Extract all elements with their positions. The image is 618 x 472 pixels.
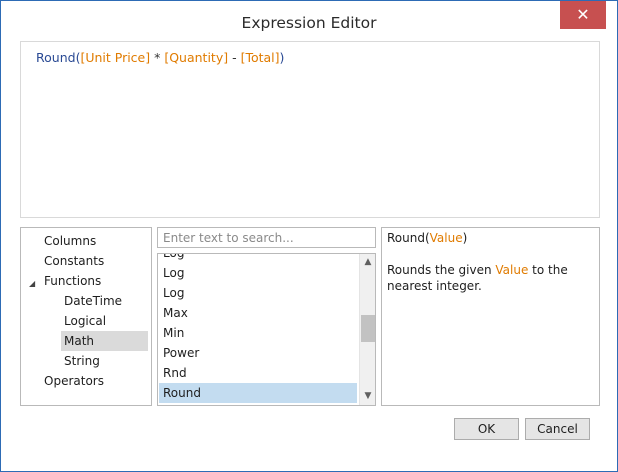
scroll-thumb[interactable] (361, 315, 375, 342)
function-item-log-3[interactable]: Log (159, 283, 357, 303)
function-item-log-2[interactable]: Log (159, 263, 357, 283)
scroll-up-icon[interactable]: ▲ (360, 254, 375, 270)
function-signature: Round(Value) (387, 231, 467, 245)
category-operators[interactable]: Operators (44, 371, 104, 391)
expression-function-name: Round (36, 50, 76, 65)
description-text-start: Rounds the given (387, 263, 496, 277)
signature-parameter: Value (429, 231, 463, 245)
signature-close-paren: ) (462, 231, 468, 245)
function-item-log-1[interactable]: Log (159, 254, 357, 263)
category-logical[interactable]: Logical (64, 311, 106, 331)
category-columns[interactable]: Columns (44, 231, 96, 251)
expression-editor-area[interactable]: Round([Unit Price] * [Quantity] - [Total… (20, 41, 600, 218)
description-parameter: Value (495, 263, 529, 277)
function-item-min[interactable]: Min (159, 323, 357, 343)
close-button[interactable]: ✕ (560, 1, 606, 29)
function-item-round[interactable]: Round (159, 383, 357, 403)
ok-button[interactable]: OK (454, 418, 519, 440)
cancel-button[interactable]: Cancel (525, 418, 590, 440)
function-description: Rounds the given Value to the nearest in… (387, 262, 595, 294)
category-math[interactable]: Math (61, 331, 148, 351)
category-functions[interactable]: Functions (44, 271, 101, 291)
expression-editor-window: Expression Editor ✕ Round([Unit Price] *… (0, 0, 618, 472)
function-item-max[interactable]: Max (159, 303, 357, 323)
category-tree: Columns Constants ◢ Functions DateTime L… (20, 227, 152, 406)
function-list: Log Log Log Max Min Power Rnd Round ▲ ▼ (157, 253, 376, 406)
category-constants[interactable]: Constants (44, 251, 104, 271)
window-title: Expression Editor (241, 14, 377, 32)
tree-expand-icon[interactable]: ◢ (29, 279, 35, 288)
expression-text: Round([Unit Price] * [Quantity] - [Total… (36, 50, 284, 65)
category-string[interactable]: String (64, 351, 100, 371)
scroll-down-icon[interactable]: ▼ (360, 388, 375, 404)
search-input[interactable] (157, 227, 376, 248)
expression-operator-multiply: * (150, 50, 165, 65)
function-item-rnd[interactable]: Rnd (159, 363, 357, 383)
expression-close-paren: ) (279, 50, 285, 65)
signature-function-name: Round (387, 231, 425, 245)
close-icon: ✕ (576, 5, 590, 24)
category-datetime[interactable]: DateTime (64, 291, 122, 311)
expression-field-total: [Total] (240, 50, 280, 65)
title-bar[interactable]: Expression Editor ✕ (1, 1, 617, 41)
function-list-scrollbar[interactable]: ▲ ▼ (359, 254, 375, 405)
expression-field-quantity: [Quantity] (164, 50, 229, 65)
function-item-power[interactable]: Power (159, 343, 357, 363)
expression-field-unit-price: [Unit Price] (80, 50, 151, 65)
expression-operator-minus: - (228, 50, 241, 65)
description-panel: Round(Value) Rounds the given Value to t… (381, 227, 600, 406)
